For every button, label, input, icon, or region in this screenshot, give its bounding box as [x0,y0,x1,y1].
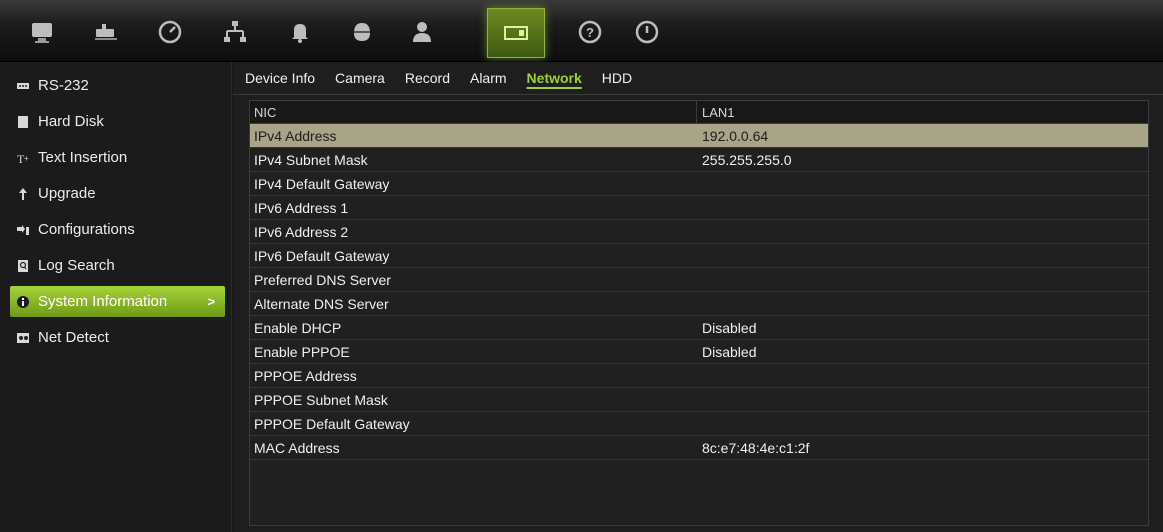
hard-disk-icon [16,115,30,129]
row-field-label: IPv4 Address [254,128,337,144]
power-icon[interactable] [627,14,667,50]
column-header-nic: NIC [254,105,277,120]
sidebar-item-label: System Information [38,293,168,310]
row-field-value: 8c:e7:48:4e:c1:2f [702,440,810,456]
chevron-right-icon: > [207,294,215,309]
log-search-icon [16,259,30,273]
column-divider [696,101,697,124]
table-header: NIC LAN1 [250,101,1148,124]
row-field-label: IPv4 Default Gateway [254,176,390,192]
row-field-label: IPv4 Subnet Mask [254,152,368,168]
net-detect-icon [16,331,30,345]
sidebar-item-text-insertion[interactable]: T + Text Insertion [10,142,225,173]
row-field-label: IPv6 Default Gateway [254,248,390,264]
tab-record[interactable]: Record [405,68,450,90]
row-field-value: 255.255.255.0 [702,152,792,168]
table-row[interactable]: PPPOE Subnet Mask [250,388,1148,412]
sidebar-item-net-detect[interactable]: Net Detect [10,322,225,353]
device-icon[interactable] [487,8,545,58]
table-row[interactable]: Enable DHCP Disabled [250,316,1148,340]
sidebar-item-label: Hard Disk [38,113,104,130]
table-row[interactable]: Enable PPPOE Disabled [250,340,1148,364]
table-row[interactable]: IPv6 Address 1 [250,196,1148,220]
display-icon[interactable] [22,14,62,50]
network-info-table: NIC LAN1 IPv4 Address 192.0.0.64 IPv4 Subn… [249,100,1149,526]
sidebar-item-label: RS-232 [38,77,89,94]
row-field-label: MAC Address [254,440,340,456]
content-panel: Device Info Camera Record Alarm Network … [233,62,1163,532]
main-toolbar: ? [0,0,1163,62]
tab-bar: Device Info Camera Record Alarm Network … [245,68,652,90]
sidebar-item-label: Upgrade [38,185,96,202]
row-field-label: PPPOE Subnet Mask [254,392,388,408]
column-header-lan1: LAN1 [702,105,735,120]
row-field-label: IPv6 Address 1 [254,200,349,216]
serial-port-icon [16,79,30,93]
row-field-label: Enable PPPOE [254,344,350,360]
sidebar-item-label: Text Insertion [38,149,128,166]
dome-camera-icon[interactable] [342,14,382,50]
help-icon[interactable]: ? [570,14,610,50]
row-field-value: 192.0.0.64 [702,128,769,144]
info-icon [16,295,30,309]
row-field-label: PPPOE Default Gateway [254,416,410,432]
tab-network[interactable]: Network [527,68,582,90]
configurations-icon [16,223,30,237]
dial-icon[interactable] [150,14,190,50]
table-row[interactable]: IPv4 Subnet Mask 255.255.255.0 [250,148,1148,172]
row-field-value: Disabled [702,344,757,360]
sidebar-item-log-search[interactable]: Log Search [10,250,225,281]
svg-text:?: ? [586,25,594,40]
sidebar-item-system-information[interactable]: System Information > [10,286,225,317]
table-row[interactable]: IPv4 Default Gateway [250,172,1148,196]
sidebar-item-label: Net Detect [38,329,109,346]
table-row[interactable]: IPv4 Address 192.0.0.64 [250,124,1148,148]
tab-device-info[interactable]: Device Info [245,68,315,90]
sidebar-item-configurations[interactable]: Configurations [10,214,225,245]
table-row[interactable]: IPv6 Address 2 [250,220,1148,244]
tab-divider [233,94,1163,95]
row-field-value: Disabled [702,320,757,336]
svg-text:+: + [24,154,29,163]
row-field-label: Alternate DNS Server [254,296,389,312]
sidebar-item-upgrade[interactable]: Upgrade [10,178,225,209]
row-field-label: IPv6 Address 2 [254,224,349,240]
sidebar-item-label: Log Search [38,257,115,274]
text-insertion-icon: T + [16,151,30,165]
table-row[interactable]: Preferred DNS Server [250,268,1148,292]
camera-icon[interactable] [86,14,126,50]
tab-camera[interactable]: Camera [335,68,385,90]
upgrade-arrow-icon [16,187,30,201]
bell-icon[interactable] [280,14,320,50]
row-field-label: PPPOE Address [254,368,357,384]
table-row[interactable]: PPPOE Address [250,364,1148,388]
row-field-label: Preferred DNS Server [254,272,391,288]
user-icon[interactable] [402,14,442,50]
table-row[interactable]: MAC Address 8c:e7:48:4e:c1:2f [250,436,1148,460]
sidebar-item-label: Configurations [38,221,135,238]
tab-hdd[interactable]: HDD [602,68,632,90]
table-row[interactable]: Alternate DNS Server [250,292,1148,316]
sidebar: RS-232 Hard Disk T + Text Insertion Upgra… [0,62,232,532]
row-field-label: Enable DHCP [254,320,342,336]
network-icon[interactable] [215,14,255,50]
table-row[interactable]: IPv6 Default Gateway [250,244,1148,268]
sidebar-item-hard-disk[interactable]: Hard Disk [10,106,225,137]
tab-alarm[interactable]: Alarm [470,68,507,90]
sidebar-item-rs232[interactable]: RS-232 [10,70,225,101]
table-row[interactable]: PPPOE Default Gateway [250,412,1148,436]
